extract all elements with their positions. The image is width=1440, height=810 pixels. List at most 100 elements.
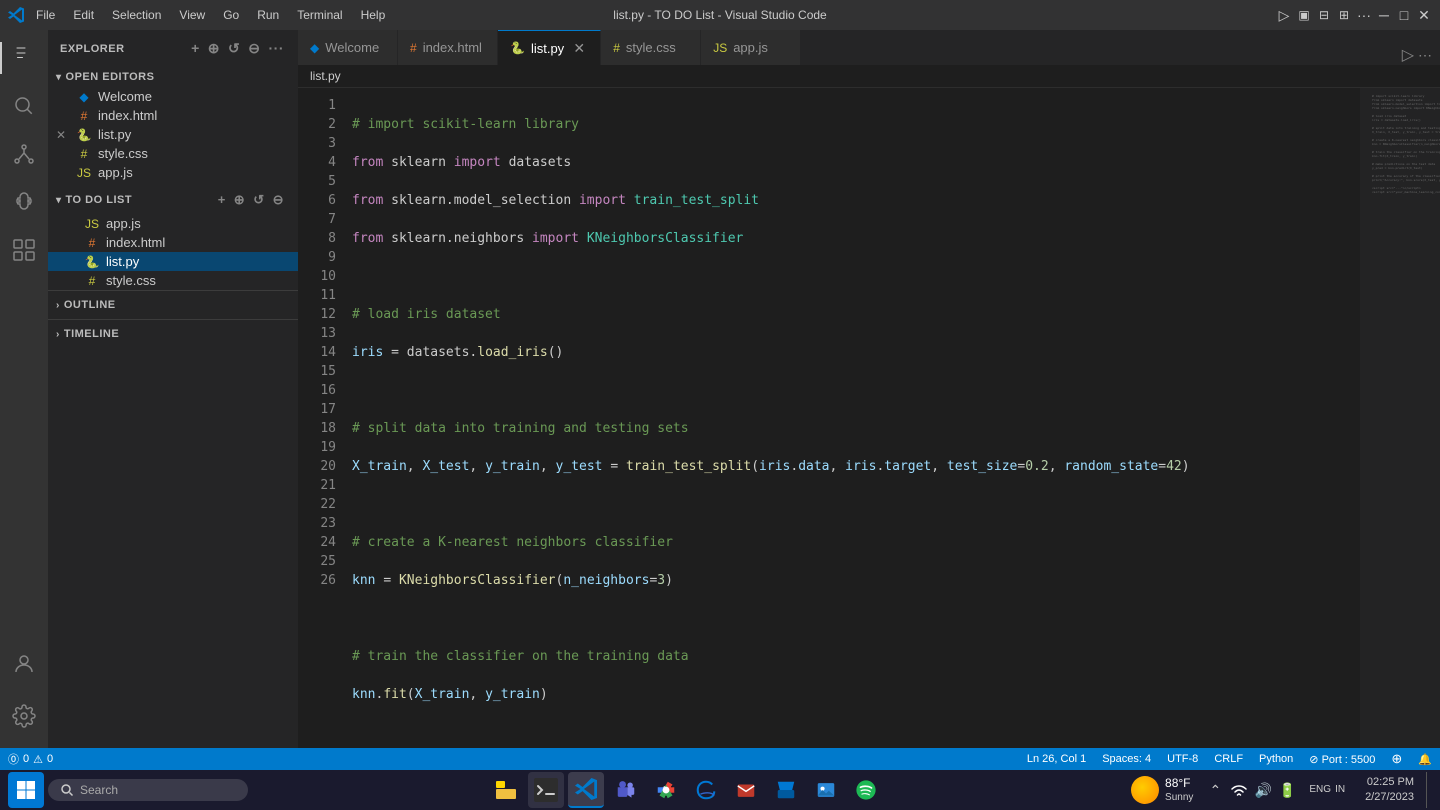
taskbar-photos[interactable] (808, 772, 844, 808)
menu-help[interactable]: Help (355, 8, 392, 22)
tab-bar: ◆ Welcome # index.html 🐍 list.py ✕ # sty… (298, 30, 1440, 65)
close-button[interactable]: ✕ (1416, 7, 1432, 23)
more-actions-icon[interactable]: ··· (267, 38, 287, 59)
grid-layout-icon[interactable]: ⊞ (1336, 7, 1352, 23)
taskbar-edge[interactable] (688, 772, 724, 808)
vscode-logo-icon (8, 7, 24, 23)
activity-accounts[interactable] (0, 640, 48, 688)
activity-bar-bottom (0, 640, 48, 748)
tab-app-js-label: app.js (733, 40, 768, 55)
refresh-icon[interactable]: ↺ (226, 38, 242, 59)
new-todo-file-icon[interactable]: + (216, 190, 228, 210)
tab-style-css[interactable]: # style.css (601, 30, 701, 65)
open-editors-header[interactable]: ▾ OPEN EDITORS (48, 67, 298, 87)
close-list-py-tab-icon[interactable]: ✕ (570, 39, 588, 57)
title-bar-left: File Edit Selection View Go Run Terminal… (8, 7, 391, 23)
show-desktop-icon[interactable] (1426, 772, 1432, 808)
taskbar-file-explorer[interactable] (488, 772, 524, 808)
tray-volume-icon[interactable]: 🔊 (1253, 780, 1273, 800)
taskbar-teams[interactable] (608, 772, 644, 808)
menu-run[interactable]: Run (251, 8, 285, 22)
line-numbers: 12345 678910 1112131415 1617181920 21222… (298, 88, 348, 748)
status-spaces[interactable]: Spaces: 4 (1094, 748, 1159, 770)
run-icon[interactable]: ▷ (1276, 7, 1292, 23)
todo-index-html[interactable]: # index.html (48, 233, 298, 252)
status-errors[interactable]: ⓪ 0 ⚠ 0 (0, 748, 61, 770)
open-editor-index-html[interactable]: # index.html (48, 106, 298, 125)
activity-settings[interactable] (0, 692, 48, 740)
activity-bar (0, 30, 48, 748)
tray-network-icon[interactable] (1229, 780, 1249, 800)
activity-extensions[interactable] (0, 226, 48, 274)
bell-icon: 🔔 (1418, 753, 1432, 766)
status-notifications[interactable]: 🔔 (1410, 748, 1440, 770)
status-bar: ⓪ 0 ⚠ 0 Ln 26, Col 1 Spaces: 4 UTF-8 CRL… (0, 748, 1440, 770)
taskbar-store[interactable] (768, 772, 804, 808)
clock[interactable]: 02:25 PM 2/27/2023 (1357, 775, 1422, 806)
taskbar-search[interactable]: Search (48, 779, 248, 801)
more-options-icon[interactable]: ··· (1356, 7, 1372, 23)
menu-terminal[interactable]: Terminal (291, 8, 348, 22)
timeline-header[interactable]: › TIMELINE (48, 324, 298, 344)
outline-chevron-icon: › (56, 300, 60, 311)
status-port[interactable]: ⊘ Port : 5500 (1301, 748, 1383, 770)
todo-app-js[interactable]: JS app.js (48, 214, 298, 233)
editor-content[interactable]: 12345 678910 1112131415 1617181920 21222… (298, 88, 1440, 748)
collapse-all-icon[interactable]: ⊖ (246, 38, 262, 59)
outline-header[interactable]: › OUTLINE (48, 295, 298, 315)
tray-battery-icon[interactable]: 🔋 (1277, 780, 1297, 800)
activity-git[interactable] (0, 130, 48, 178)
layout-icon[interactable]: ▣ (1296, 7, 1312, 23)
tab-list-py-label: list.py (531, 41, 564, 56)
close-list-py-icon[interactable]: ✕ (56, 128, 66, 142)
tab-list-py[interactable]: 🐍 list.py ✕ (498, 30, 601, 65)
new-file-icon[interactable]: + (189, 38, 202, 59)
taskbar-vscode[interactable] (568, 772, 604, 808)
taskbar-spotify[interactable] (848, 772, 884, 808)
menu-file[interactable]: File (30, 8, 61, 22)
todo-list-py[interactable]: 🐍 list.py (48, 252, 298, 271)
language-indicator[interactable]: ENGIN (1301, 779, 1353, 801)
breadcrumb-item[interactable]: list.py (310, 69, 341, 83)
todo-refresh-icon[interactable]: ↺ (251, 190, 266, 210)
weather-widget[interactable]: 88°F Sunny (1123, 776, 1201, 805)
split-editor-icon[interactable]: ⋯ (1418, 47, 1432, 64)
taskbar-terminal[interactable] (528, 772, 564, 808)
tab-app-js[interactable]: JS app.js (701, 30, 801, 65)
activity-explorer[interactable] (0, 34, 48, 82)
sidebar: EXPLORER + ⊕ ↺ ⊖ ··· ▾ OPEN EDITORS ◆ We… (48, 30, 298, 748)
todo-list-header[interactable]: ▾ TO DO LIST + ⊕ ↺ ⊖ (48, 186, 298, 214)
status-eol[interactable]: CRLF (1206, 748, 1251, 770)
split-layout-icon[interactable]: ⊟ (1316, 7, 1332, 23)
todo-style-css[interactable]: # style.css (48, 271, 298, 290)
menu-edit[interactable]: Edit (67, 8, 100, 22)
activity-debug[interactable] (0, 178, 48, 226)
new-folder-icon[interactable]: ⊕ (206, 38, 222, 59)
open-editor-app-js[interactable]: JS app.js (48, 163, 298, 182)
open-editor-style-css[interactable]: # style.css (48, 144, 298, 163)
status-position[interactable]: Ln 26, Col 1 (1019, 748, 1094, 770)
open-editor-list-py[interactable]: ✕ 🐍 list.py (48, 125, 298, 144)
menu-selection[interactable]: Selection (106, 8, 167, 22)
taskbar-chrome[interactable] (648, 772, 684, 808)
todo-collapse-icon[interactable]: ⊖ (271, 190, 286, 210)
sidebar-header-icons: + ⊕ ↺ ⊖ ··· (189, 38, 286, 59)
system-tray: ⌃ 🔊 🔋 (1205, 780, 1297, 800)
new-todo-folder-icon[interactable]: ⊕ (232, 190, 247, 210)
open-editor-welcome[interactable]: ◆ Welcome (48, 87, 298, 106)
restore-button[interactable]: □ (1396, 7, 1412, 23)
start-button[interactable] (8, 772, 44, 808)
tab-welcome[interactable]: ◆ Welcome (298, 30, 398, 65)
minimize-button[interactable]: ─ (1376, 7, 1392, 23)
menu-view[interactable]: View (173, 8, 211, 22)
status-remote[interactable]: ⊕ (1383, 748, 1410, 770)
tab-index-html[interactable]: # index.html (398, 30, 498, 65)
status-encoding[interactable]: UTF-8 (1159, 748, 1206, 770)
status-language[interactable]: Python (1251, 748, 1301, 770)
taskbar-mail[interactable] (728, 772, 764, 808)
tray-up-arrow-icon[interactable]: ⌃ (1205, 780, 1225, 800)
run-tab-icon[interactable]: ▷ (1402, 45, 1414, 65)
activity-search[interactable] (0, 82, 48, 130)
menu-go[interactable]: Go (217, 8, 245, 22)
code-editor[interactable]: # import scikit-learn library from sklea… (348, 88, 1360, 748)
